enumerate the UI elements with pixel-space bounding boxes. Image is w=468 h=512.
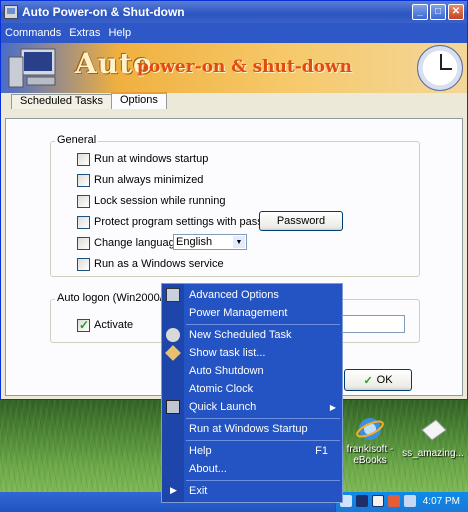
- autologon-field[interactable]: [341, 315, 405, 333]
- window-title: Auto Power-on & Shut-down: [22, 5, 185, 19]
- computer-icon: [8, 48, 56, 88]
- tray-icon-network[interactable]: [356, 495, 368, 507]
- menu-separator: [186, 418, 340, 419]
- ok-label: OK: [376, 374, 393, 386]
- menu-item-label: Power Management: [189, 307, 288, 319]
- option-change-language[interactable]: Change language: [77, 236, 181, 250]
- menu-item-label: Exit: [189, 485, 208, 497]
- menu-item-show-task-list[interactable]: Show task list...: [162, 344, 342, 362]
- menu-item-label: Quick Launch: [189, 401, 257, 413]
- minimize-button[interactable]: _: [412, 4, 428, 20]
- menu-item-quick-launch[interactable]: Quick Launch ▶: [162, 398, 342, 416]
- general-group: General Run at windows startup Run alway…: [50, 134, 420, 277]
- menu-item-exit[interactable]: ▶ Exit: [162, 482, 342, 500]
- clock-time[interactable]: 4:07 PM: [423, 496, 460, 507]
- menu-item-shortcut: F1: [315, 445, 328, 457]
- image-file-icon: [421, 419, 447, 441]
- desktop-icon-ebooks[interactable]: frankisoft - eBooks: [340, 414, 400, 466]
- maximize-button[interactable]: □: [430, 4, 446, 20]
- language-select[interactable]: English ▼: [173, 234, 247, 250]
- desktop-icon-ss-amazing[interactable]: ss_amazing...: [400, 416, 466, 459]
- menu-item-atomic-clock[interactable]: Atomic Clock: [162, 380, 342, 398]
- menu-item-help[interactable]: Help F1: [162, 442, 342, 460]
- option-lock-session[interactable]: Lock session while running: [77, 194, 225, 208]
- ok-button[interactable]: ✓ OK: [344, 369, 412, 391]
- option-label: Run at windows startup: [94, 153, 209, 165]
- option-label: Activate: [94, 319, 134, 331]
- option-run-as-service[interactable]: Run as a Windows service: [77, 257, 224, 271]
- option-run-at-startup[interactable]: Run at windows startup: [77, 152, 208, 166]
- tray-icon-security[interactable]: [388, 495, 400, 507]
- app-banner: Auto power-on & shut-down: [1, 43, 467, 93]
- menu-item-label: Atomic Clock: [189, 383, 254, 395]
- tray-icon-app[interactable]: [372, 495, 384, 507]
- tray-context-menu: Advanced Options Power Management New Sc…: [161, 283, 343, 503]
- ie-icon: [356, 418, 384, 440]
- menu-bar: Commands Extras Help: [1, 23, 467, 43]
- tray-icon-volume[interactable]: [404, 495, 416, 507]
- title-bar[interactable]: Auto Power-on & Shut-down _ □ ✕: [1, 1, 467, 23]
- close-button[interactable]: ✕: [448, 4, 464, 20]
- checkbox-checked[interactable]: [77, 318, 90, 332]
- password-button[interactable]: Password: [259, 211, 343, 231]
- menu-item-label: Show task list...: [189, 347, 266, 359]
- menu-item-power-management[interactable]: Power Management: [162, 304, 342, 322]
- clock-icon: [417, 45, 463, 91]
- menu-item-new-scheduled-task[interactable]: New Scheduled Task: [162, 326, 342, 344]
- checkbox[interactable]: [77, 236, 90, 250]
- menu-separator: [186, 480, 340, 481]
- checkbox[interactable]: [77, 173, 90, 187]
- checkbox[interactable]: [77, 257, 90, 271]
- arrow-icon: ▶: [170, 485, 177, 495]
- menu-item-label: Help: [189, 445, 212, 457]
- option-label: Change language: [94, 237, 181, 249]
- option-label: Run always minimized: [94, 174, 204, 186]
- checkbox[interactable]: [77, 194, 90, 208]
- submenu-arrow-icon: ▶: [329, 402, 336, 412]
- check-icon: ✓: [363, 374, 373, 387]
- tab-strip: Scheduled Tasks Options: [11, 92, 467, 109]
- menu-item-label: Auto Shutdown: [189, 365, 264, 377]
- menu-separator: [186, 440, 340, 441]
- menu-help[interactable]: Help: [108, 27, 131, 39]
- list-icon: [165, 345, 181, 361]
- system-tray: 4:07 PM: [335, 492, 468, 512]
- option-label: Run as a Windows service: [94, 258, 224, 270]
- general-group-label: General: [55, 134, 99, 146]
- language-value: English: [176, 236, 213, 248]
- menu-item-label: Run at Windows Startup: [189, 423, 308, 435]
- tab-options[interactable]: Options: [110, 92, 167, 109]
- menu-item-label: New Scheduled Task: [189, 329, 292, 341]
- desktop-icon-label: ss_amazing...: [402, 448, 464, 459]
- menu-item-label: Advanced Options: [189, 289, 279, 301]
- menu-item-auto-shutdown[interactable]: Auto Shutdown: [162, 362, 342, 380]
- menu-extras[interactable]: Extras: [69, 27, 100, 39]
- checkbox[interactable]: [77, 152, 90, 166]
- menu-item-label: About...: [189, 463, 227, 475]
- task-icon: [166, 328, 180, 342]
- menu-separator: [186, 324, 340, 325]
- checkbox[interactable]: [77, 215, 90, 229]
- option-label: Protect program settings with password: [94, 216, 287, 228]
- option-protect-settings[interactable]: Protect program settings with password: [77, 215, 287, 229]
- menu-item-run-at-startup[interactable]: Run at Windows Startup: [162, 420, 342, 438]
- menu-item-about[interactable]: About...: [162, 460, 342, 478]
- banner-title-rest: power-on & shut-down: [137, 57, 352, 77]
- menu-commands[interactable]: Commands: [5, 27, 61, 39]
- option-run-minimized[interactable]: Run always minimized: [77, 173, 203, 187]
- option-activate-autologon[interactable]: Activate: [77, 318, 133, 332]
- window-icon: [166, 288, 180, 302]
- monitor-icon: [166, 400, 180, 414]
- tab-scheduled-tasks[interactable]: Scheduled Tasks: [11, 94, 112, 109]
- app-icon: [4, 5, 18, 19]
- option-label: Lock session while running: [94, 195, 226, 207]
- chevron-down-icon[interactable]: ▼: [233, 236, 245, 248]
- desktop-icon-label: frankisoft - eBooks: [346, 444, 394, 466]
- menu-item-advanced-options[interactable]: Advanced Options: [162, 286, 342, 304]
